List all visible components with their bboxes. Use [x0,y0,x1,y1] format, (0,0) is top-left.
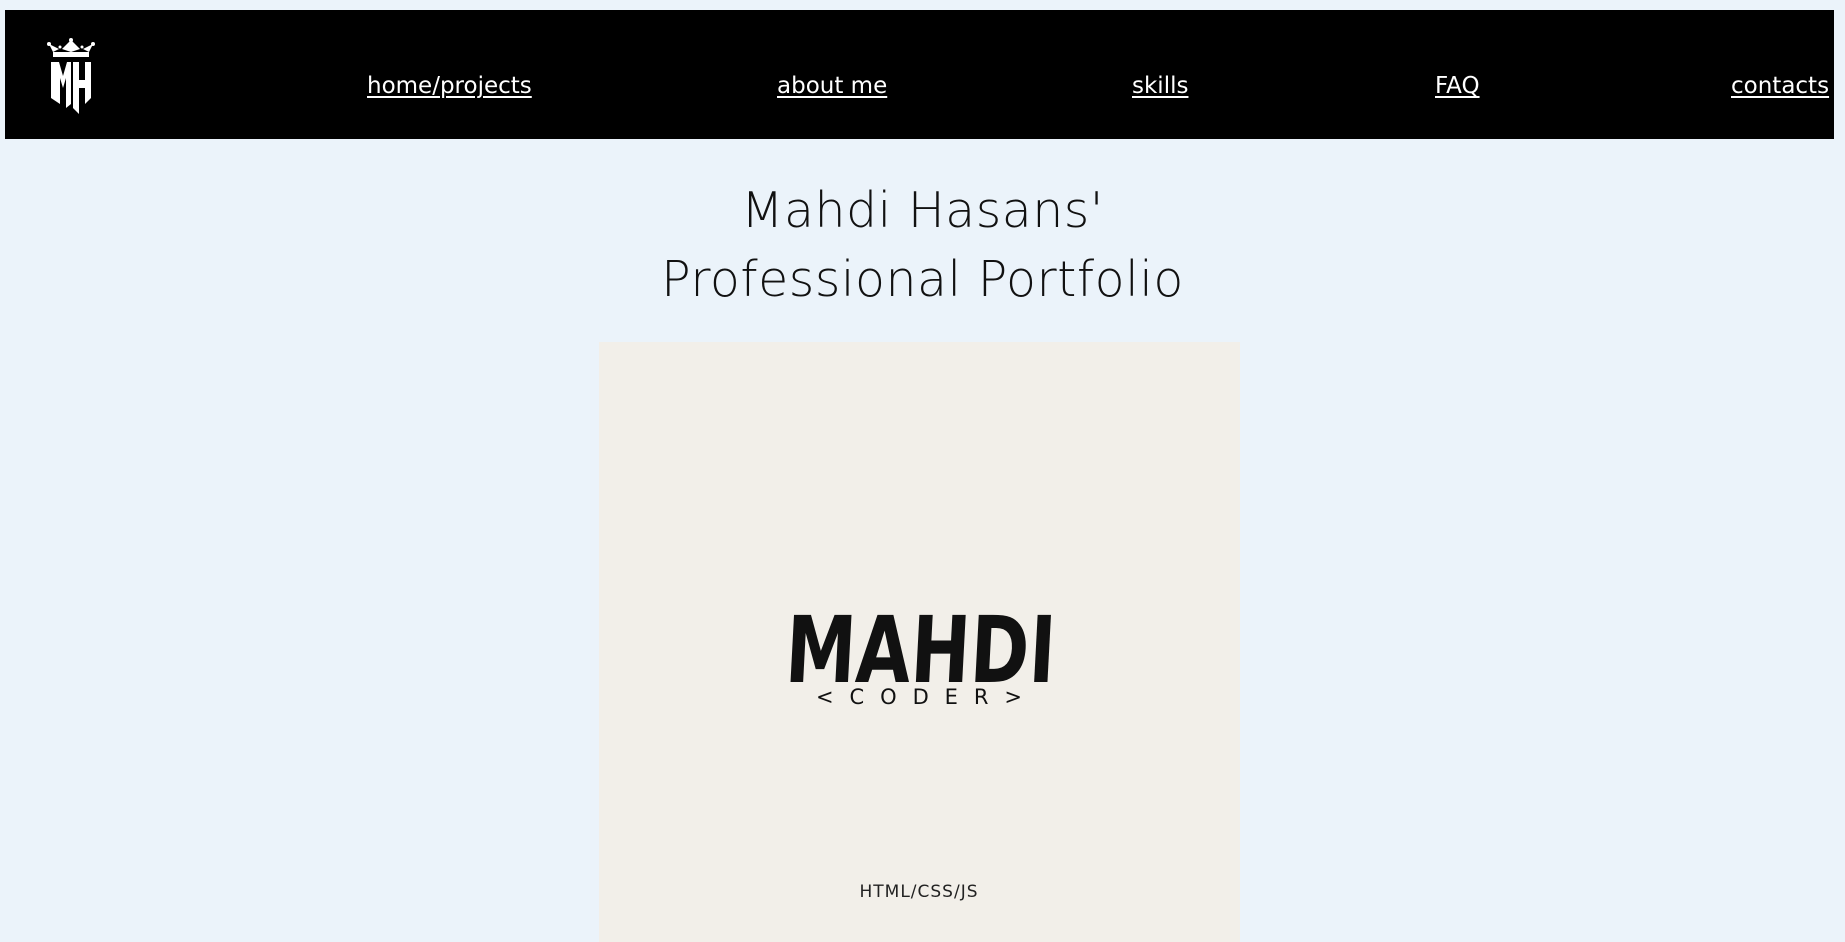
crown-monogram-icon[interactable] [45,38,97,122]
hero-caption: HTML/CSS/JS [859,882,978,902]
page-title-line-2: Professional Portfolio [661,251,1184,308]
nav-link-contacts[interactable]: contacts [1731,73,1829,101]
nav-link-about-me[interactable]: about me [777,73,887,101]
page-title: Mahdi Hasans' Professional Portfolio [0,176,1845,314]
nav-link-faq[interactable]: FAQ [1435,73,1480,101]
hero-logo-card: MAHDI < C O D E R > HTML/CSS/JS [599,342,1240,942]
page-title-line-1: Mahdi Hasans' [741,182,1104,239]
nav-link-skills[interactable]: skills [1132,73,1188,101]
top-navbar: home/projects about me skills FAQ contac… [5,10,1834,139]
hero-logo-graphic: MAHDI < C O D E R > HTML/CSS/JS [783,597,1059,902]
nav-link-home-projects[interactable]: home/projects [367,73,532,101]
